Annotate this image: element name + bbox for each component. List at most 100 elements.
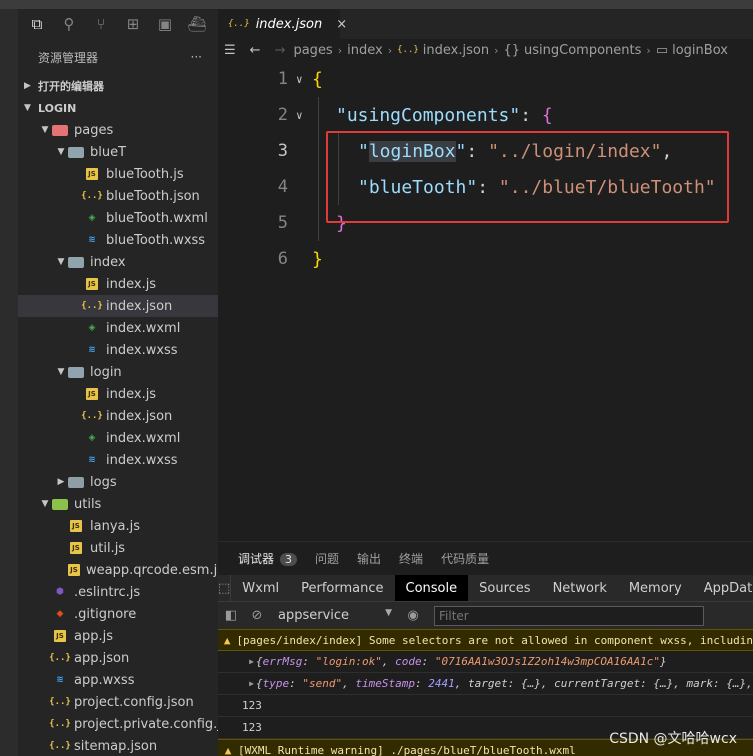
- tree-item-label: app.json: [74, 650, 130, 666]
- breadcrumb-pages[interactable]: pages: [293, 43, 332, 58]
- list-icon[interactable]: ☰: [224, 43, 236, 58]
- tree-item[interactable]: {..} app.json: [18, 647, 218, 669]
- arrow-left-icon[interactable]: ←: [250, 43, 261, 58]
- code-line-6[interactable]: 6 }: [218, 241, 753, 277]
- tree-item[interactable]: ≋ index.wxss: [18, 339, 218, 361]
- tree-item[interactable]: ◆ .gitignore: [18, 603, 218, 625]
- console-object-row[interactable]: ▶ {type: "send", timeStamp: 2441, target…: [218, 673, 753, 695]
- explorer-header: 资源管理器 ···: [18, 39, 218, 75]
- tree-item[interactable]: ≋ app.wxss: [18, 669, 218, 691]
- sidebar-toggle-icon[interactable]: ◧: [218, 608, 244, 623]
- devtab-wxml[interactable]: Wxml: [231, 575, 290, 601]
- devtab-console[interactable]: Console: [394, 575, 469, 601]
- tree-item[interactable]: {..} index.json: [18, 405, 218, 427]
- object-key: timeStamp: [355, 677, 415, 690]
- tree-item[interactable]: ▼ index: [18, 251, 218, 273]
- tree-item[interactable]: ▼ pages: [18, 119, 218, 141]
- tab-code-quality[interactable]: 代码质量: [441, 550, 489, 567]
- clear-console-icon[interactable]: ⊘: [244, 608, 270, 623]
- context-select[interactable]: appservice ▼: [270, 608, 400, 623]
- tree-item[interactable]: {..} sitemap.json: [18, 735, 218, 756]
- tree-item-label: blueTooth.json: [106, 188, 200, 204]
- tab-debugger[interactable]: 调试器 3: [238, 550, 298, 567]
- search-icon[interactable]: ⚲: [58, 13, 80, 35]
- chevron-right-icon: ›: [494, 43, 499, 57]
- tree-item[interactable]: {..}project.private.config.js...: [18, 713, 218, 735]
- tree-item[interactable]: {..} index.json: [18, 295, 218, 317]
- filter-input[interactable]: [434, 605, 704, 626]
- tree-item-label: app.js: [74, 628, 113, 644]
- tree-item[interactable]: ⬢ .eslintrc.js: [18, 581, 218, 603]
- tab-output[interactable]: 输出: [357, 550, 381, 567]
- tree-item-label: index.wxml: [106, 430, 181, 446]
- tree-item[interactable]: ≋ index.wxss: [18, 449, 218, 471]
- devtab-performance[interactable]: Performance: [290, 575, 394, 601]
- breadcrumb-file[interactable]: index.json: [423, 43, 489, 58]
- tree-item[interactable]: JS weapp.qrcode.esm.js: [18, 559, 218, 581]
- json-file-icon: {..}: [49, 697, 71, 707]
- tree-item[interactable]: JS app.js: [18, 625, 218, 647]
- tree-item[interactable]: ▼ utils: [18, 493, 218, 515]
- wxml-file-icon: ◈: [88, 323, 96, 333]
- devtab-network[interactable]: Network: [542, 575, 618, 601]
- devtab-memory[interactable]: Memory: [618, 575, 693, 601]
- close-icon[interactable]: ×: [336, 17, 347, 32]
- devtab-sources[interactable]: Sources: [468, 575, 541, 601]
- bottom-panel: 调试器 3 问题 输出 终端 代码质量 ⬚ Wxml Performance Co…: [218, 541, 753, 756]
- tab-problems[interactable]: 问题: [315, 550, 339, 567]
- tree-item[interactable]: ◈ blueTooth.wxml: [18, 207, 218, 229]
- open-editors-section[interactable]: ▶ 打开的编辑器: [18, 75, 218, 97]
- js-file-icon: JS: [68, 541, 84, 555]
- inner-open-brace: {: [541, 104, 553, 126]
- tree-item[interactable]: ≋ blueTooth.wxss: [18, 229, 218, 251]
- more-actions-button[interactable]: ···: [191, 50, 202, 64]
- folder-icon: [68, 476, 84, 488]
- code-line-1[interactable]: 1 ∨ {: [218, 61, 753, 97]
- tree-item[interactable]: JS lanya.js: [18, 515, 218, 537]
- tree-item[interactable]: ▼ login: [18, 361, 218, 383]
- fold-chevron-icon[interactable]: ∨: [296, 73, 303, 86]
- folder-icon: [68, 366, 84, 378]
- console-object-row[interactable]: ▶ {errMsg: "login:ok", code: "0716AA1w3O…: [218, 651, 753, 673]
- debug-icon[interactable]: ▣: [154, 13, 176, 35]
- tree-item[interactable]: ◈ index.wxml: [18, 317, 218, 339]
- chevron-right-icon: ›: [387, 43, 393, 57]
- tree-item-label: project.config.json: [74, 694, 194, 710]
- breadcrumb-loginbox[interactable]: loginBox: [672, 43, 728, 58]
- tree-item[interactable]: {..} project.config.json: [18, 691, 218, 713]
- chevron-down-icon: ▼: [24, 103, 31, 113]
- tree-item[interactable]: ◈ index.wxml: [18, 427, 218, 449]
- source-control-icon[interactable]: ⑂: [90, 13, 112, 35]
- code-line-2[interactable]: 2 ∨ "usingComponents": {: [218, 97, 753, 133]
- arrow-right-icon[interactable]: →: [275, 43, 286, 58]
- tree-item[interactable]: JS index.js: [18, 383, 218, 405]
- expand-arrow-icon[interactable]: ▶: [242, 657, 254, 666]
- console-warning-row[interactable]: ▲ [pages/index/index] Some selectors are…: [218, 629, 753, 651]
- breadcrumb-usingcomponents[interactable]: usingComponents: [524, 43, 641, 58]
- console-log-row[interactable]: 123: [218, 695, 753, 717]
- tree-item[interactable]: {..} blueTooth.json: [18, 185, 218, 207]
- expand-arrow-icon[interactable]: ▶: [242, 679, 254, 688]
- tree-item[interactable]: JS blueTooth.js: [18, 163, 218, 185]
- devtab-appdata[interactable]: AppData: [693, 575, 753, 601]
- inspect-element-icon[interactable]: ⬚: [218, 575, 232, 601]
- docker-icon[interactable]: ⛴: [186, 13, 208, 35]
- annotation-highlight-box: [326, 131, 729, 223]
- project-section[interactable]: ▼ LOGIN: [18, 97, 218, 119]
- extensions-icon[interactable]: ⊞: [122, 13, 144, 35]
- fold-chevron-icon[interactable]: ∨: [296, 109, 303, 122]
- tab-index-json[interactable]: {..} index.json ×: [218, 9, 347, 39]
- tree-item[interactable]: ▶ logs: [18, 471, 218, 493]
- object-preview: {type: "send", timeStamp: 2441, target: …: [256, 677, 753, 690]
- explorer-icon[interactable]: ⧉: [26, 13, 48, 35]
- tree-item[interactable]: ▼ blueT: [18, 141, 218, 163]
- folder-icon: [68, 255, 84, 269]
- count-badge: 3: [280, 553, 298, 566]
- tab-terminal[interactable]: 终端: [399, 550, 423, 567]
- tree-item[interactable]: JS index.js: [18, 273, 218, 295]
- tree-item[interactable]: JS util.js: [18, 537, 218, 559]
- eye-icon[interactable]: ◉: [400, 608, 426, 623]
- wxss-file-icon: ≋: [88, 345, 96, 355]
- chevron-down-icon: ▼: [41, 125, 49, 135]
- breadcrumb-index[interactable]: index: [347, 43, 383, 58]
